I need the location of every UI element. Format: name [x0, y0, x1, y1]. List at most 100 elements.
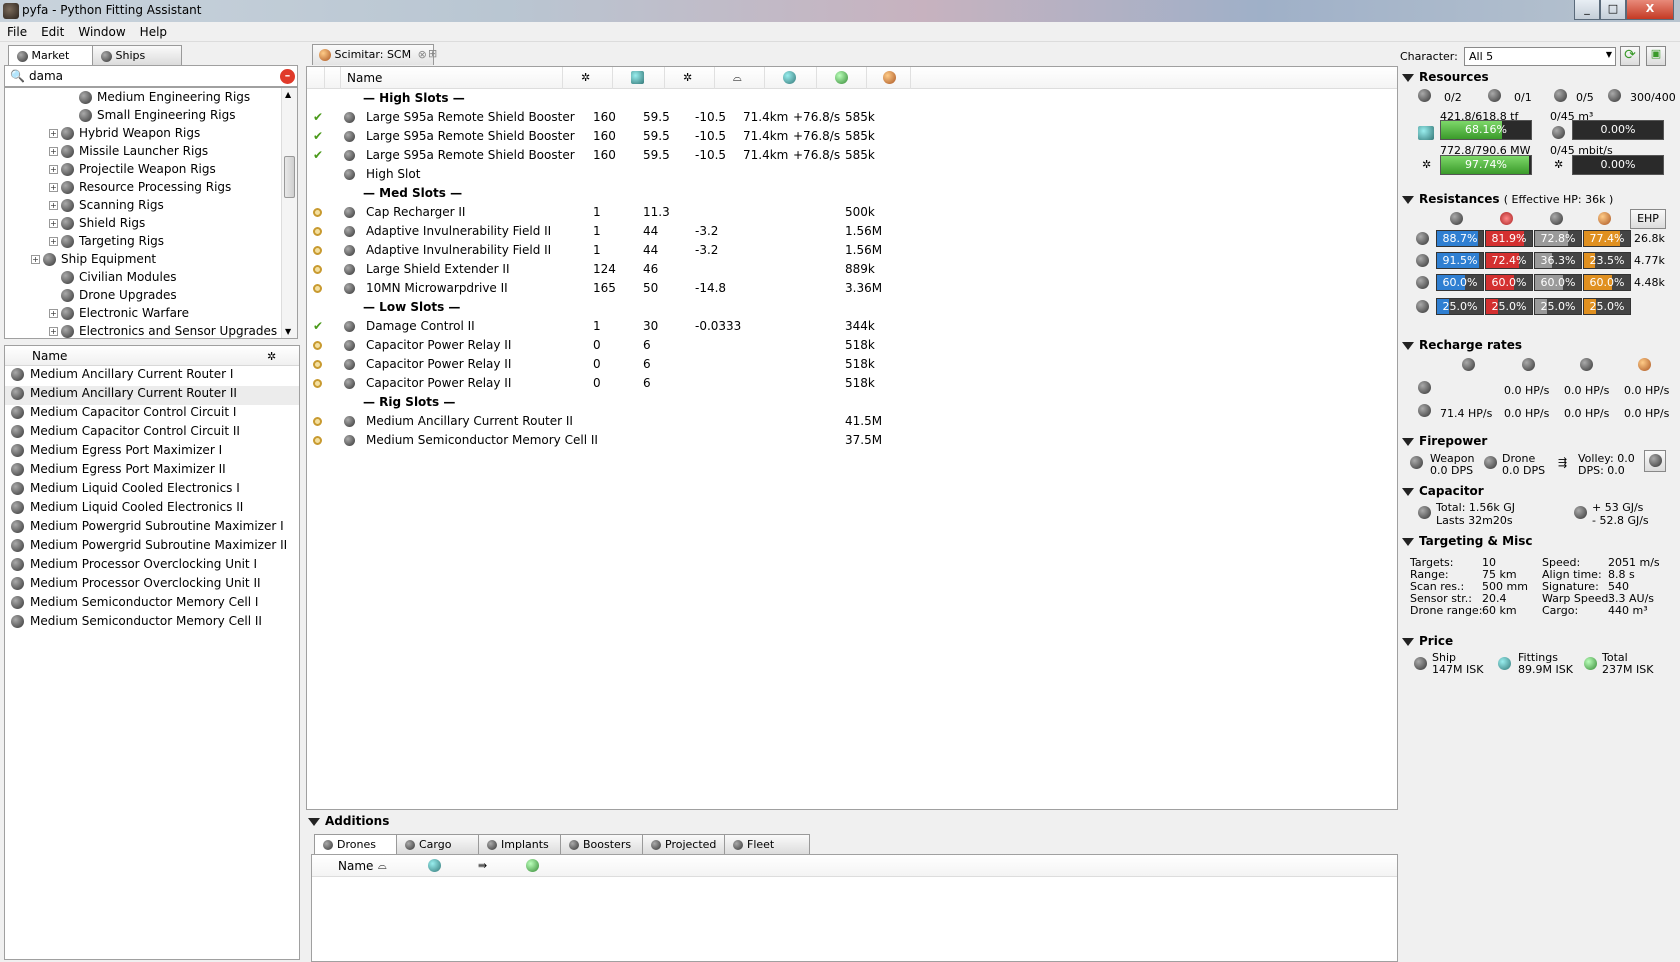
module-row[interactable]: Adaptive Invulnerability Field II 1 44 -3.2…: [307, 222, 1397, 241]
list-item[interactable]: Medium Processor Overclocking Unit I: [5, 557, 299, 576]
firepower-header[interactable]: Firepower: [1402, 434, 1487, 448]
module-active-icon[interactable]: ✔: [313, 110, 323, 124]
module-row[interactable]: ✔ Damage Control II 1 30 -0.0333 344k: [307, 317, 1397, 336]
tab-ships[interactable]: Ships: [92, 45, 182, 65]
tree-node[interactable]: + Resource Processing Rigs: [49, 180, 231, 198]
tree-node[interactable]: + Ship Equipment: [31, 252, 156, 270]
expand-icon[interactable]: +: [31, 255, 40, 264]
clear-search-icon[interactable]: –: [280, 69, 295, 84]
tab-implants[interactable]: Implants: [478, 834, 564, 854]
module-online-icon[interactable]: [313, 227, 322, 236]
expand-icon[interactable]: +: [49, 183, 58, 192]
capacitor-header[interactable]: Capacitor: [1402, 484, 1484, 498]
ehp-toggle-button[interactable]: EHP: [1630, 209, 1666, 229]
tree-scrollbar[interactable]: ▲ ▼: [281, 88, 297, 338]
tree-node[interactable]: Small Engineering Rigs: [67, 108, 236, 126]
tab-projected[interactable]: Projected: [642, 834, 728, 854]
module-row[interactable]: Capacitor Power Relay II 0 6 518k: [307, 336, 1397, 355]
menu-edit[interactable]: Edit: [34, 22, 71, 39]
tree-node[interactable]: + Scanning Rigs: [49, 198, 164, 216]
module-online-icon[interactable]: [313, 265, 322, 274]
module-online-icon[interactable]: [313, 246, 322, 255]
list-item[interactable]: Medium Liquid Cooled Electronics II: [5, 500, 299, 519]
scroll-down-icon[interactable]: ▼: [285, 327, 291, 336]
list-item[interactable]: Medium Semiconductor Memory Cell I: [5, 595, 299, 614]
module-online-icon[interactable]: [313, 360, 322, 369]
resistances-header[interactable]: Resistances ( Effective HP: 36k ): [1402, 192, 1613, 206]
list-item[interactable]: Medium Semiconductor Memory Cell II: [5, 614, 299, 633]
list-item[interactable]: Medium Capacitor Control Circuit I: [5, 405, 299, 424]
tab-fleet[interactable]: Fleet: [724, 834, 810, 854]
close-button[interactable]: X: [1626, 0, 1674, 20]
tree-node[interactable]: + Electronic Warfare: [49, 306, 189, 324]
expand-icon[interactable]: +: [49, 237, 58, 246]
targeting-header[interactable]: Targeting & Misc: [1402, 534, 1533, 548]
module-row[interactable]: ✔ Large S95a Remote Shield Booster 160 59.5…: [307, 146, 1397, 165]
menu-window[interactable]: Window: [71, 22, 132, 39]
tab-drones[interactable]: Drones: [314, 834, 400, 854]
tab-boosters[interactable]: Boosters: [560, 834, 646, 854]
module-online-icon[interactable]: [313, 284, 322, 293]
close-tab-icon[interactable]: ⊗: [418, 48, 427, 61]
new-tab-icon[interactable]: ⊞: [428, 47, 437, 60]
tree-node[interactable]: + Targeting Rigs: [49, 234, 164, 252]
module-online-icon[interactable]: [313, 436, 322, 445]
module-row[interactable]: Capacitor Power Relay II 0 6 518k: [307, 355, 1397, 374]
module-row[interactable]: Large Shield Extender II 124 46 889k: [307, 260, 1397, 279]
list-item[interactable]: Medium Ancillary Current Router II: [5, 386, 299, 405]
tree-node[interactable]: + Hybrid Weapon Rigs: [49, 126, 200, 144]
list-item[interactable]: Medium Ancillary Current Router I: [5, 367, 299, 386]
module-active-icon[interactable]: ✔: [313, 319, 323, 333]
tree-node[interactable]: + Projectile Weapon Rigs: [49, 162, 216, 180]
scroll-up-icon[interactable]: ▲: [285, 90, 291, 99]
collapse-icon[interactable]: [308, 817, 320, 826]
list-item[interactable]: Medium Powergrid Subroutine Maximizer II: [5, 538, 299, 557]
tree-node[interactable]: Medium Engineering Rigs: [67, 90, 250, 108]
module-active-icon[interactable]: ✔: [313, 129, 323, 143]
tree-node[interactable]: + Electronics and Sensor Upgrades: [49, 324, 277, 338]
tree-node[interactable]: + Missile Launcher Rigs: [49, 144, 208, 162]
expand-icon[interactable]: +: [49, 147, 58, 156]
character-select[interactable]: All 5 ▼: [1464, 47, 1616, 66]
list-item[interactable]: Medium Processor Overclocking Unit II: [5, 576, 299, 595]
module-active-icon[interactable]: ✔: [313, 148, 323, 162]
search-input[interactable]: dama: [29, 69, 63, 83]
tree-node[interactable]: Civilian Modules: [49, 270, 176, 288]
tree-node[interactable]: Drone Upgrades: [49, 288, 177, 306]
save-character-button[interactable]: ▣: [1646, 46, 1666, 66]
scroll-thumb[interactable]: [284, 156, 295, 198]
list-item[interactable]: Medium Capacitor Control Circuit II: [5, 424, 299, 443]
tab-market[interactable]: Market: [8, 45, 94, 65]
maximize-button[interactable]: □: [1600, 0, 1626, 20]
module-row[interactable]: Adaptive Invulnerability Field II 1 44 -3.2…: [307, 241, 1397, 260]
module-row[interactable]: Cap Recharger II 1 11.3 500k: [307, 203, 1397, 222]
additions-header[interactable]: Additions: [308, 814, 389, 828]
expand-icon[interactable]: +: [49, 129, 58, 138]
price-header[interactable]: Price: [1402, 634, 1453, 648]
resources-header[interactable]: Resources: [1402, 70, 1489, 84]
module-row[interactable]: High Slot: [307, 165, 1397, 184]
module-row[interactable]: Medium Ancillary Current Router II 41.5M: [307, 412, 1397, 431]
recharge-header[interactable]: Recharge rates: [1402, 338, 1522, 352]
expand-icon[interactable]: +: [49, 165, 58, 174]
module-row[interactable]: Capacitor Power Relay II 0 6 518k: [307, 374, 1397, 393]
list-item[interactable]: Medium Liquid Cooled Electronics I: [5, 481, 299, 500]
tab-fit-scimitar[interactable]: Scimitar: SCM ⊗: [312, 44, 434, 65]
minimize-button[interactable]: _: [1574, 0, 1600, 20]
module-row[interactable]: Medium Semiconductor Memory Cell II 37.5M: [307, 431, 1397, 450]
tab-cargo[interactable]: Cargo: [396, 834, 482, 854]
module-row[interactable]: ✔ Large S95a Remote Shield Booster 160 59.5…: [307, 108, 1397, 127]
list-item[interactable]: Medium Egress Port Maximizer I: [5, 443, 299, 462]
module-online-icon[interactable]: [313, 379, 322, 388]
expand-icon[interactable]: +: [49, 327, 58, 336]
menu-help[interactable]: Help: [133, 22, 174, 39]
expand-icon[interactable]: +: [49, 219, 58, 228]
list-item[interactable]: Medium Powergrid Subroutine Maximizer I: [5, 519, 299, 538]
expand-icon[interactable]: +: [49, 201, 58, 210]
firepower-settings-button[interactable]: [1644, 450, 1666, 472]
refresh-character-button[interactable]: ⟳: [1620, 46, 1640, 66]
tree-node[interactable]: + Shield Rigs: [49, 216, 145, 234]
module-online-icon[interactable]: [313, 341, 322, 350]
module-online-icon[interactable]: [313, 417, 322, 426]
menu-file[interactable]: File: [0, 22, 34, 39]
